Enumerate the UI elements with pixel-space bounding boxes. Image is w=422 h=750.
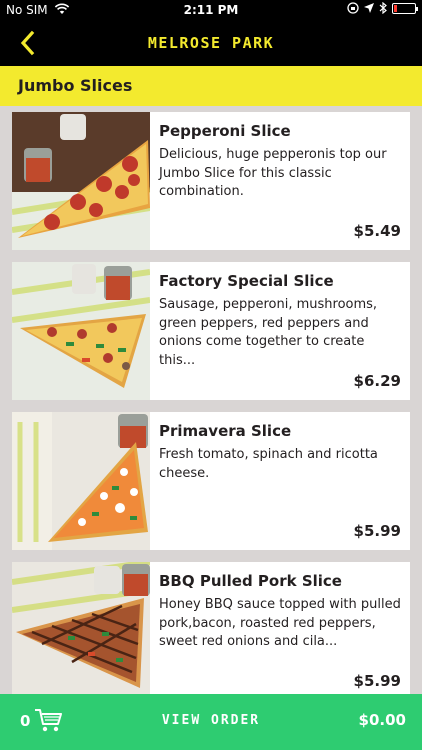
item-price: $5.99 <box>353 672 401 690</box>
location-title: MELROSE PARK <box>147 34 275 52</box>
item-price: $5.49 <box>353 222 401 240</box>
menu-item-pepperoni[interactable]: Pepperoni Slice Delicious, huge pepperon… <box>12 112 410 250</box>
item-price: $6.29 <box>353 372 401 390</box>
menu-item-factory-special[interactable]: Factory Special Slice Sausage, pepperoni… <box>12 262 410 400</box>
rotation-lock-icon <box>347 2 359 14</box>
location-arrow-icon <box>364 3 374 13</box>
item-name: Pepperoni Slice <box>159 122 291 140</box>
view-order-bar[interactable]: 0 VIEW ORDER $0.00 <box>0 694 422 750</box>
bluetooth-icon <box>379 2 387 14</box>
primavera-slice-image <box>12 412 150 550</box>
nav-bar: MELROSE PARK <box>0 20 422 66</box>
item-description: Sausage, pepperoni, mushrooms, green pep… <box>159 297 378 368</box>
item-description: Delicious, huge pepperonis top our Jumbo… <box>159 147 387 199</box>
item-name: Primavera Slice <box>159 422 292 440</box>
bbq-pulled-pork-slice-image <box>12 562 150 694</box>
menu-item-bbq-pulled-pork[interactable]: BBQ Pulled Pork Slice Honey BBQ sauce to… <box>12 562 410 694</box>
battery-icon <box>392 2 418 14</box>
item-description: Fresh tomato, spinach and ricotta cheese… <box>159 447 378 481</box>
status-icons <box>347 2 418 14</box>
item-name: Factory Special Slice <box>159 272 334 290</box>
pepperoni-slice-image <box>12 112 150 250</box>
order-total: $0.00 <box>358 711 406 729</box>
status-bar: No SIM 2:11 PM <box>0 0 422 20</box>
menu-item-primavera[interactable]: Primavera Slice Fresh tomato, spinach an… <box>12 412 410 550</box>
section-title: Jumbo Slices <box>18 76 133 95</box>
item-name: BBQ Pulled Pork Slice <box>159 572 342 590</box>
item-price: $5.99 <box>353 522 401 540</box>
menu-list[interactable]: Pepperoni Slice Delicious, huge pepperon… <box>0 106 422 694</box>
factory-special-slice-image <box>12 262 150 400</box>
section-header: Jumbo Slices <box>0 66 422 106</box>
item-description: Honey BBQ sauce topped with pulled pork,… <box>159 597 401 649</box>
